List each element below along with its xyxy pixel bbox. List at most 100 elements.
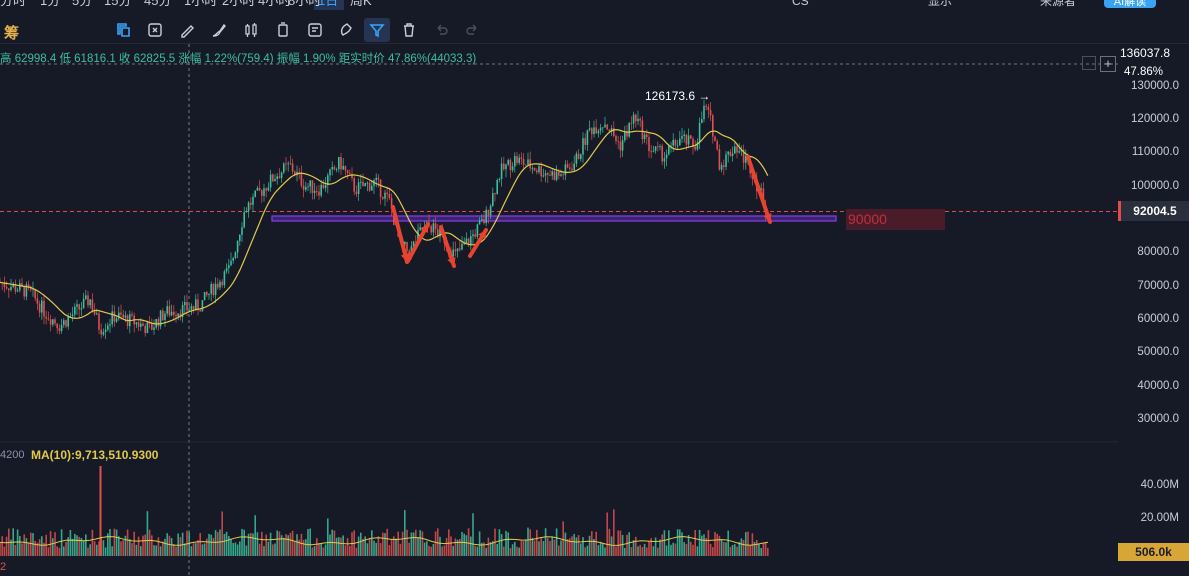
volume-bar bbox=[3, 546, 6, 556]
peak-price-label: 126173.6 → bbox=[645, 89, 711, 103]
volume-bar bbox=[289, 532, 292, 556]
candle bbox=[390, 193, 393, 217]
timeframe-10[interactable]: 周K bbox=[350, 0, 372, 8]
volume-bar bbox=[714, 531, 716, 556]
magnet-icon[interactable] bbox=[334, 18, 360, 42]
candle bbox=[340, 152, 342, 175]
volume-bar bbox=[742, 540, 745, 556]
volume-bar bbox=[683, 542, 685, 556]
volume-bar bbox=[676, 529, 679, 556]
candle bbox=[373, 178, 375, 194]
top-price-label: 136037.8 bbox=[1120, 46, 1171, 60]
candle bbox=[195, 294, 197, 311]
candle bbox=[362, 173, 364, 187]
volume-bar bbox=[175, 546, 177, 556]
timeframe-9[interactable]: 1日 bbox=[318, 0, 338, 8]
volume-bar bbox=[93, 541, 96, 556]
price-chart[interactable] bbox=[0, 44, 1118, 576]
volume-bar bbox=[355, 547, 358, 556]
chips-button[interactable]: 筹 bbox=[4, 22, 19, 43]
candle bbox=[665, 149, 668, 167]
volume-bar bbox=[454, 538, 457, 556]
crosshair-icon[interactable] bbox=[142, 18, 168, 42]
volume-bar bbox=[613, 509, 615, 556]
volume-bar bbox=[736, 546, 738, 556]
volume-bar bbox=[104, 547, 107, 556]
timeframe-0[interactable]: 分时 bbox=[0, 0, 26, 8]
brush-icon[interactable] bbox=[206, 18, 232, 42]
candle bbox=[78, 303, 80, 318]
timeframe-1[interactable]: 1分 bbox=[40, 0, 60, 8]
volume-bar bbox=[21, 543, 23, 556]
volume-bar bbox=[157, 537, 160, 556]
candle bbox=[329, 168, 331, 182]
candle bbox=[527, 152, 529, 166]
volume-bar bbox=[668, 530, 670, 556]
volume-bar bbox=[617, 530, 619, 556]
trash-icon[interactable] bbox=[396, 18, 422, 42]
candle bbox=[555, 165, 558, 182]
candle bbox=[643, 132, 646, 143]
volume-bar bbox=[432, 543, 435, 556]
volume-bar bbox=[500, 534, 503, 556]
layers-icon[interactable] bbox=[1082, 56, 1096, 70]
timeframe-8[interactable]: 8小时 bbox=[288, 0, 321, 8]
volume-bar bbox=[254, 515, 256, 556]
candle bbox=[85, 289, 87, 301]
candle bbox=[313, 183, 316, 200]
select-tool-icon[interactable] bbox=[110, 18, 136, 42]
candle bbox=[272, 173, 274, 183]
timeframe-3[interactable]: 15分 bbox=[104, 0, 131, 8]
volume-bar bbox=[412, 532, 415, 556]
timeframe-5[interactable]: 1小时 bbox=[184, 0, 217, 8]
candle bbox=[80, 302, 83, 317]
volume-bar bbox=[99, 466, 102, 556]
timeframe-7[interactable]: 4小时 bbox=[258, 0, 291, 8]
volume-bar bbox=[573, 534, 575, 556]
pencil-icon[interactable] bbox=[174, 18, 200, 42]
timeframe-6[interactable]: 2小时 bbox=[222, 0, 255, 8]
volume-bar bbox=[219, 529, 221, 556]
volume-bar bbox=[692, 544, 694, 556]
support-zone[interactable] bbox=[271, 215, 837, 222]
volume-bar bbox=[305, 539, 307, 556]
volume-bar bbox=[377, 536, 380, 556]
candle bbox=[265, 187, 267, 198]
chart-toolbar: 分时 1分 5分 15分 45分 1小时 2小时 4小时 8小时 1日 周K 筹 AI解读 CS 显示… bbox=[0, 0, 1189, 44]
toolbar-right-1[interactable]: 显示 bbox=[928, 0, 952, 7]
candle bbox=[492, 187, 494, 207]
toolbar-right-2[interactable]: 来源者 bbox=[1040, 0, 1076, 7]
candle bbox=[320, 180, 322, 198]
add-icon[interactable]: + bbox=[1100, 56, 1116, 72]
candle bbox=[586, 129, 589, 151]
filter-icon[interactable] bbox=[364, 18, 390, 42]
redo-icon[interactable] bbox=[460, 18, 486, 42]
volume-bar bbox=[426, 541, 428, 556]
volume-bar bbox=[595, 531, 597, 556]
volume-bar bbox=[162, 541, 164, 556]
ai-interpret-button[interactable]: AI解读 bbox=[1104, 0, 1156, 8]
candle-type-icon[interactable] bbox=[238, 18, 264, 42]
note-icon[interactable] bbox=[302, 18, 328, 42]
volume-bar bbox=[307, 529, 309, 556]
volume-bar bbox=[344, 545, 347, 556]
candle bbox=[718, 144, 721, 171]
timeframe-2[interactable]: 5分 bbox=[72, 0, 92, 8]
candle bbox=[723, 159, 725, 176]
candle bbox=[107, 322, 109, 332]
volume-bar bbox=[206, 538, 208, 556]
volume-bar bbox=[553, 539, 556, 556]
candle bbox=[241, 222, 243, 242]
toolbar-right-0[interactable]: CS bbox=[792, 0, 809, 7]
timeframe-4[interactable]: 45分 bbox=[144, 0, 171, 8]
annotation-arrow[interactable] bbox=[746, 155, 772, 224]
delete-drawing-icon[interactable] bbox=[270, 18, 296, 42]
volume-bar bbox=[727, 530, 729, 556]
candle bbox=[703, 99, 705, 123]
volume-bar bbox=[540, 537, 542, 556]
candle bbox=[91, 293, 94, 313]
candle bbox=[192, 305, 195, 314]
undo-icon[interactable] bbox=[428, 18, 454, 42]
last-price-badge: 92004.5 bbox=[1118, 201, 1189, 221]
volume-bar bbox=[718, 535, 721, 556]
